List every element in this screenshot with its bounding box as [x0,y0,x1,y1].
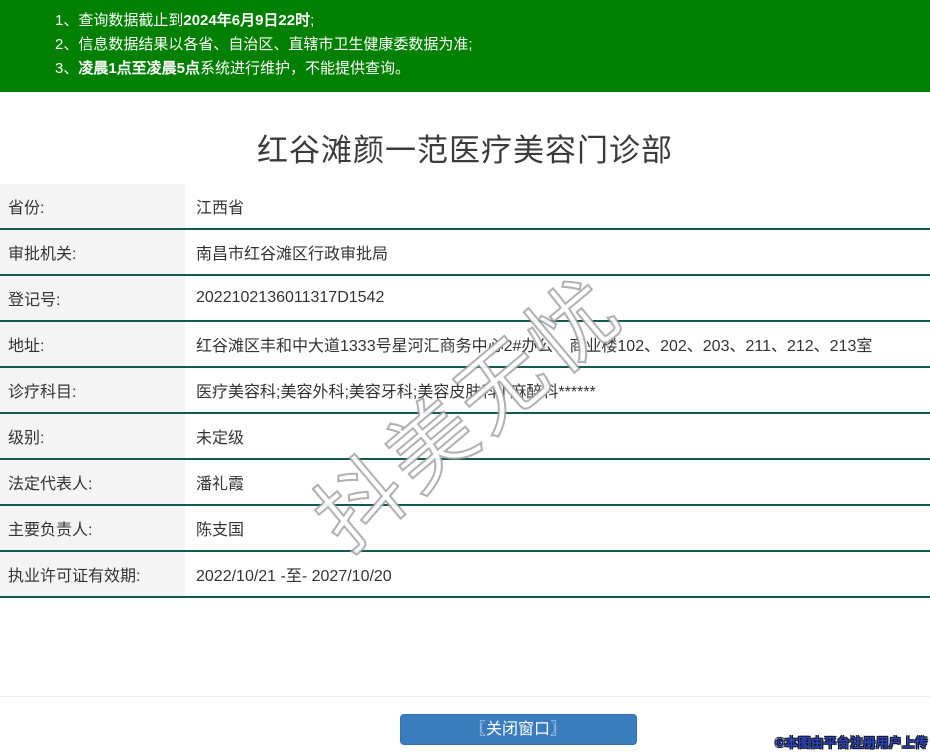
field-label-registration-number: 登记号: [0,276,185,320]
field-value-approval-authority: 南昌市红谷滩区行政审批局 [185,230,930,274]
field-label-approval-authority: 审批机关: [0,230,185,274]
notice-1-num: 1、 [55,12,79,29]
table-row-approval-authority: 审批机关: 南昌市红谷滩区行政审批局 [0,230,930,276]
table-row-province: 省份: 江西省 [0,184,930,230]
field-value-main-person-in-charge: 陈支国 [185,506,930,550]
field-label-level: 级别: [0,414,185,458]
field-value-level: 未定级 [185,414,930,458]
field-value-address: 红谷滩区丰和中大道1333号星河汇商务中心2#办公、商业楼102、202、203… [185,322,930,366]
field-value-license-validity: 2022/10/21 -至- 2027/10/20 [185,552,930,596]
table-row-registration-number: 登记号: 2022102136011317D1542 [0,276,930,322]
notice-1-pre: 查询数据截止到 [78,12,184,29]
notice-line-3: 3、凌晨1点至凌晨5点系统进行维护，不能提供查询。 [55,57,920,81]
field-label-address: 地址: [0,322,185,366]
notice-3-post: 系统进行维护，不能提供查询。 [200,60,411,77]
table-row-license-validity: 执业许可证有效期: 2022/10/21 -至- 2027/10/20 [0,552,930,598]
page-title: 红谷滩颜一范医疗美容门诊部 [257,133,673,168]
field-value-legal-representative: 潘礼霞 [185,460,930,504]
notice-3-bold: 凌晨1点至凌晨5点 [78,60,201,77]
notice-2-pre: 信息数据结果以各省、自治区、直辖市卫生健康委数据为准; [78,36,473,53]
field-value-registration-number: 2022102136011317D1542 [185,276,930,320]
field-value-province: 江西省 [185,184,930,228]
institution-info-table: 省份: 江西省 审批机关: 南昌市红谷滩区行政审批局 登记号: 20221021… [0,184,930,598]
copyright-stamp: ©本图由平台注册用户上传 [775,736,928,750]
table-row-legal-representative: 法定代表人: 潘礼霞 [0,460,930,506]
notice-bar: 1、查询数据截止到2024年6月9日22时; 2、信息数据结果以各省、自治区、直… [0,0,930,92]
notice-2-num: 2、 [55,36,79,53]
notice-line-2: 2、信息数据结果以各省、自治区、直辖市卫生健康委数据为准; [55,33,920,57]
field-label-legal-representative: 法定代表人: [0,460,185,504]
field-label-medical-subjects: 诊疗科目: [0,368,185,412]
notice-1-bold: 2024年6月9日22时 [183,12,311,29]
field-label-main-person-in-charge: 主要负责人: [0,506,185,550]
notice-line-1: 1、查询数据截止到2024年6月9日22时; [55,9,920,33]
table-row-level: 级别: 未定级 [0,414,930,460]
table-row-medical-subjects: 诊疗科目: 医疗美容科;美容外科;美容牙科;美容皮肤科 | 麻醉科****** [0,368,930,414]
field-value-medical-subjects: 医疗美容科;美容外科;美容牙科;美容皮肤科 | 麻醉科****** [185,368,930,412]
field-label-license-validity: 执业许可证有效期: [0,552,185,596]
table-row-address: 地址: 红谷滩区丰和中大道1333号星河汇商务中心2#办公、商业楼102、202… [0,322,930,368]
close-window-button[interactable]: 〖关闭窗口〗 [399,714,637,745]
table-row-main-person-in-charge: 主要负责人: 陈支国 [0,506,930,552]
field-label-province: 省份: [0,184,185,228]
notice-3-num: 3、 [55,60,79,77]
notice-1-post: ; [310,12,315,29]
